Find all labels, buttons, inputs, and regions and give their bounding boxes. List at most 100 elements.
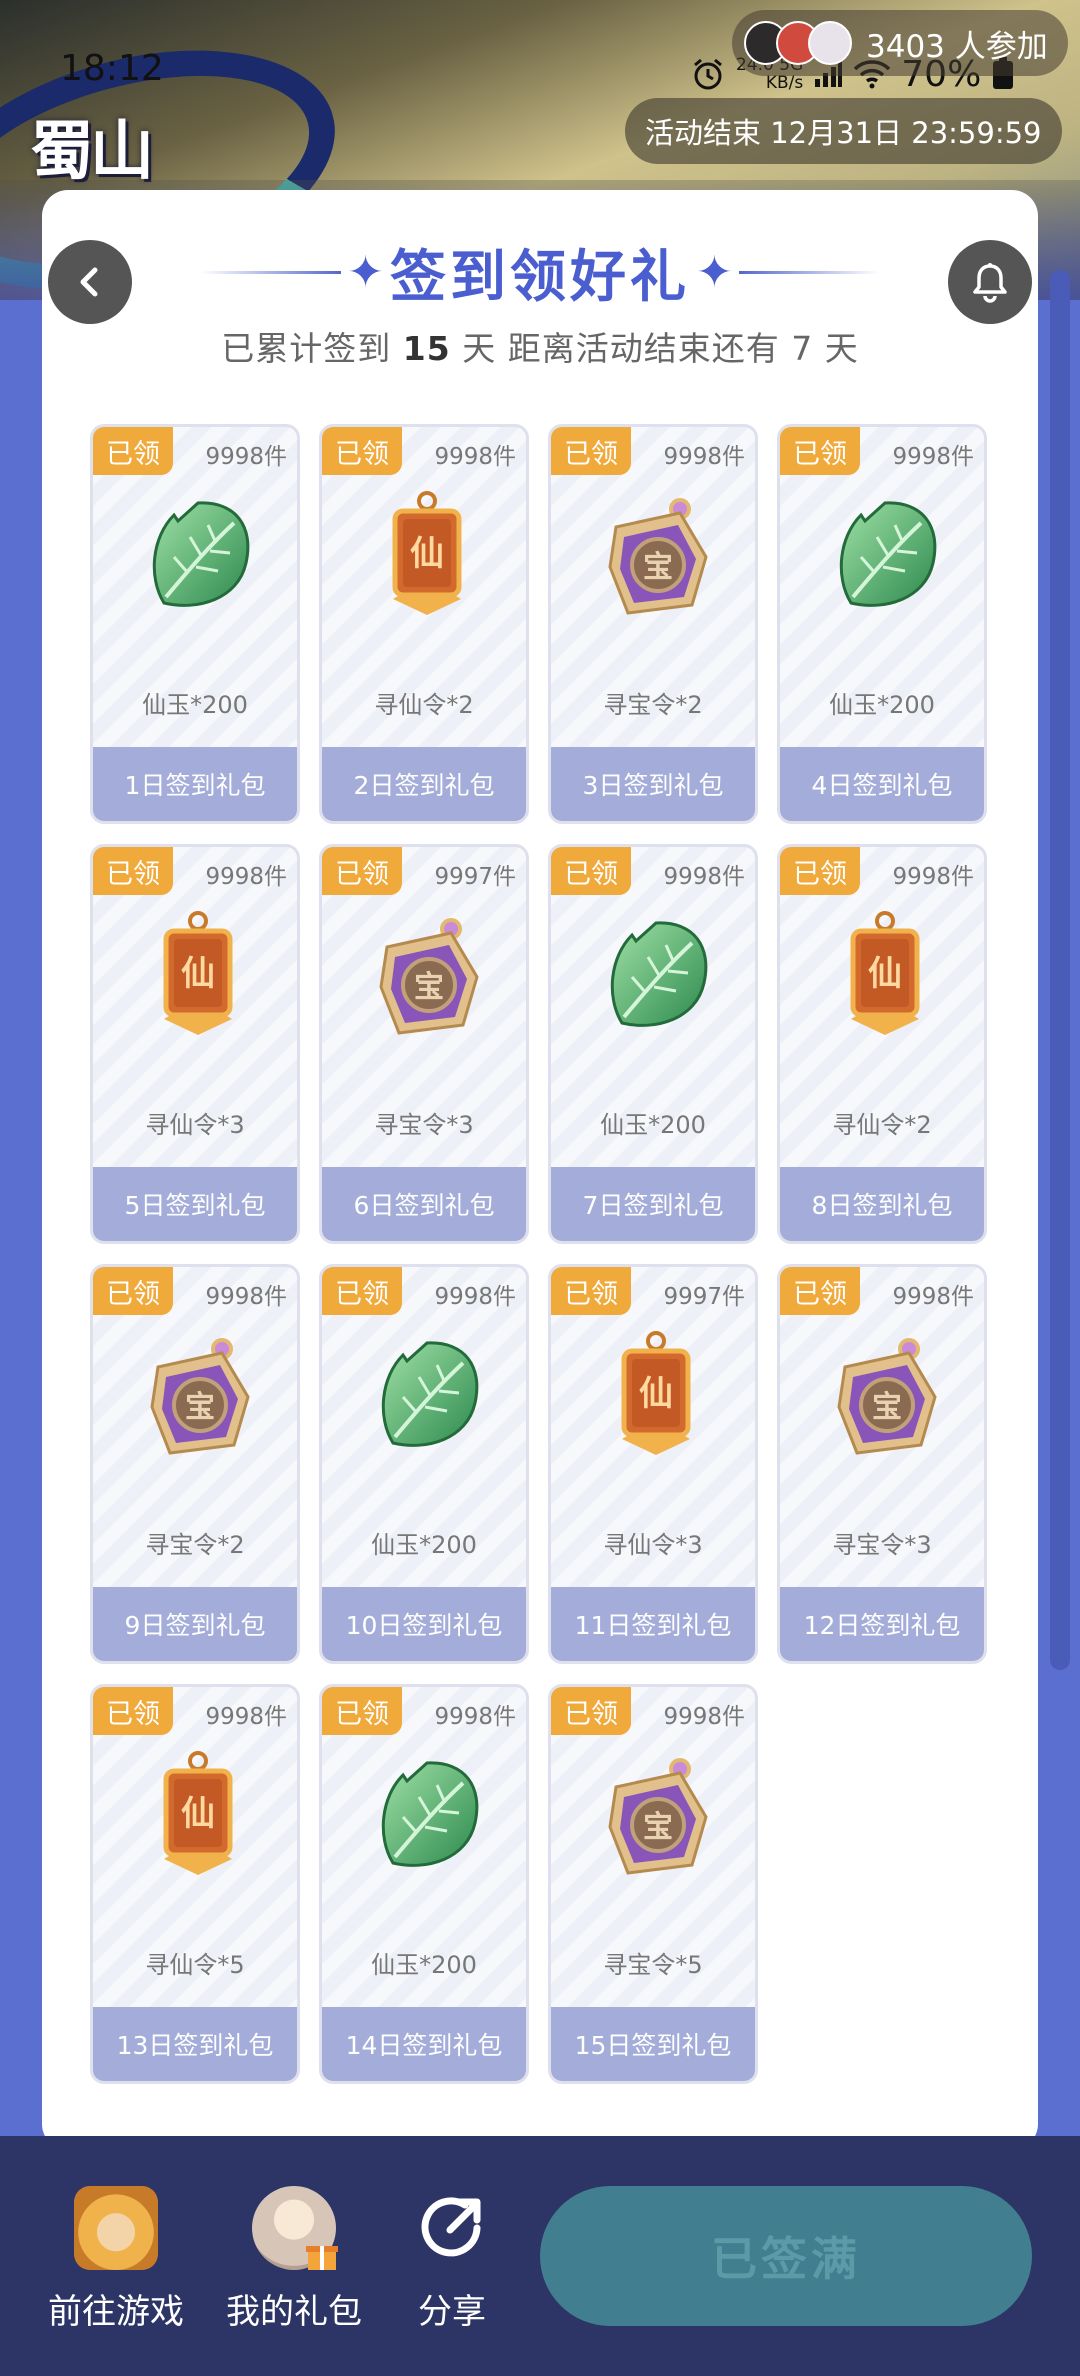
xian-token-icon: 仙	[138, 1747, 258, 1887]
reward-label: 13日签到礼包	[93, 2007, 297, 2081]
stock-count: 9998件	[892, 444, 974, 470]
reward-tile[interactable]: 已领 9998件 仙玉*200 14日签到礼包	[319, 1684, 529, 2084]
xian-token-icon: 仙	[596, 1327, 716, 1467]
reward-quantity: 仙玉*200	[829, 691, 935, 719]
reward-quantity: 仙玉*200	[371, 1951, 477, 1979]
reward-tile[interactable]: 已领 9998件宝寻宝令*3 12日签到礼包	[777, 1264, 987, 1664]
signin-full-button[interactable]: 已签满	[540, 2186, 1032, 2326]
claimed-badge: 已领	[93, 427, 173, 475]
scrollbar[interactable]	[1050, 270, 1070, 1670]
stock-count: 9998件	[663, 444, 745, 470]
go-to-game-button[interactable]: 前往游戏	[48, 2186, 184, 2333]
claimed-badge: 已领	[551, 1687, 631, 1735]
treasure-token-icon: 宝	[825, 1327, 945, 1467]
svg-text:宝: 宝	[643, 550, 673, 585]
reward-tile[interactable]: 已领 9998件宝寻宝令*5 15日签到礼包	[548, 1684, 758, 2084]
gift-avatar-icon	[252, 2186, 338, 2270]
reward-tile[interactable]: 已领 9998件仙寻仙令*2 2日签到礼包	[319, 424, 529, 824]
event-end-time: 活动结束 12月31日 23:59:59	[625, 98, 1062, 164]
game-app-icon	[74, 2186, 158, 2270]
reward-quantity: 仙玉*200	[371, 1531, 477, 1559]
svg-text:宝: 宝	[643, 1810, 673, 1845]
status-time: 18:12	[60, 48, 164, 89]
reward-label: 15日签到礼包	[551, 2007, 755, 2081]
game-logo: 蜀山	[30, 114, 154, 189]
claimed-badge: 已领	[322, 847, 402, 895]
share-icon	[410, 2186, 494, 2270]
reward-label: 10日签到礼包	[322, 1587, 526, 1661]
jade-leaf-icon	[367, 1747, 487, 1887]
reward-quantity: 寻仙令*3	[603, 1531, 703, 1559]
reward-label: 9日签到礼包	[93, 1587, 297, 1661]
signin-summary: 已累计签到 15 天 距离活动结束还有 7 天	[221, 329, 859, 368]
reward-tile[interactable]: 已领 9998件仙寻仙令*5 13日签到礼包	[90, 1684, 300, 2084]
sparkle-icon: ✦	[696, 246, 733, 298]
stock-count: 9998件	[663, 1704, 745, 1730]
stock-count: 9998件	[892, 864, 974, 890]
avatar	[808, 21, 852, 65]
reward-quantity: 仙玉*200	[600, 1111, 706, 1139]
claimed-badge: 已领	[551, 427, 631, 475]
stock-count: 9998件	[434, 1284, 516, 1310]
participants-pill: 3403 人参加	[732, 10, 1068, 76]
reward-label: 7日签到礼包	[551, 1167, 755, 1241]
stock-count: 9998件	[663, 864, 745, 890]
title-divider-right	[738, 270, 879, 274]
svg-text:仙: 仙	[410, 534, 444, 574]
reward-tile[interactable]: 已领 9998件仙寻仙令*3 5日签到礼包	[90, 844, 300, 1244]
claimed-badge: 已领	[780, 427, 860, 475]
reward-label: 4日签到礼包	[780, 747, 984, 821]
go-to-game-label: 前往游戏	[48, 2292, 184, 2332]
alarm-icon	[694, 58, 722, 90]
stock-count: 9998件	[434, 444, 516, 470]
reward-label: 2日签到礼包	[322, 747, 526, 821]
reward-quantity: 寻宝令*2	[145, 1531, 245, 1559]
my-gifts-button[interactable]: 我的礼包	[226, 2186, 362, 2333]
share-button[interactable]: 分享	[410, 2186, 494, 2333]
svg-text:仙: 仙	[639, 1374, 673, 1414]
reward-label: 5日签到礼包	[93, 1167, 297, 1241]
reward-label: 6日签到礼包	[322, 1167, 526, 1241]
claimed-badge: 已领	[93, 847, 173, 895]
reward-tile[interactable]: 已领 9998件 仙玉*200 7日签到礼包	[548, 844, 758, 1244]
svg-text:仙: 仙	[181, 1794, 215, 1834]
stock-count: 9998件	[892, 1284, 974, 1310]
claimed-badge: 已领	[93, 1267, 173, 1315]
reward-quantity: 寻宝令*2	[603, 691, 703, 719]
reward-tile[interactable]: 已领 9997件仙寻仙令*3 11日签到礼包	[548, 1264, 758, 1664]
share-label: 分享	[418, 2292, 486, 2332]
stock-count: 9998件	[205, 864, 287, 890]
reward-quantity: 寻宝令*5	[603, 1951, 703, 1979]
reward-tile[interactable]: 已领 9997件宝寻宝令*3 6日签到礼包	[319, 844, 529, 1244]
stock-count: 9997件	[663, 1284, 745, 1310]
jade-leaf-icon	[825, 487, 945, 627]
claimed-badge: 已领	[551, 1267, 631, 1315]
claimed-badge: 已领	[780, 1267, 860, 1315]
reward-quantity: 仙玉*200	[142, 691, 248, 719]
reward-tile[interactable]: 已领 9998件仙玉*200 4日签到礼包	[777, 424, 987, 824]
claimed-badge: 已领	[322, 1687, 402, 1735]
jade-leaf-icon	[367, 1327, 487, 1467]
back-button[interactable]	[48, 240, 132, 324]
svg-text:仙: 仙	[868, 954, 902, 994]
svg-text:仙: 仙	[181, 954, 215, 994]
reward-tile[interactable]: 已领 9998件宝寻宝令*2 9日签到礼包	[90, 1264, 300, 1664]
reward-label: 1日签到礼包	[93, 747, 297, 821]
reward-label: 12日签到礼包	[780, 1587, 984, 1661]
notification-button[interactable]	[948, 240, 1032, 324]
reward-tile[interactable]: 已领 9998件仙玉*200 10日签到礼包	[319, 1264, 529, 1664]
reward-tile[interactable]: 已领 9998件 仙玉*200 1日签到礼包	[90, 424, 300, 824]
reward-label: 8日签到礼包	[780, 1167, 984, 1241]
xian-token-icon: 仙	[825, 907, 945, 1047]
sparkle-icon: ✦	[347, 246, 384, 298]
reward-label: 11日签到礼包	[551, 1587, 755, 1661]
page-title-row: ✦ 签到领好礼 ✦	[200, 232, 880, 312]
svg-text:宝: 宝	[414, 970, 444, 1005]
stock-count: 9998件	[205, 1704, 287, 1730]
reward-tile[interactable]: 已领 9998件仙寻仙令*2 8日签到礼包	[777, 844, 987, 1244]
xian-token-icon: 仙	[367, 487, 487, 627]
claimed-badge: 已领	[322, 1267, 402, 1315]
treasure-token-icon: 宝	[596, 1747, 716, 1887]
svg-text:宝: 宝	[185, 1390, 215, 1425]
reward-tile[interactable]: 已领 9998件宝寻宝令*2 3日签到礼包	[548, 424, 758, 824]
